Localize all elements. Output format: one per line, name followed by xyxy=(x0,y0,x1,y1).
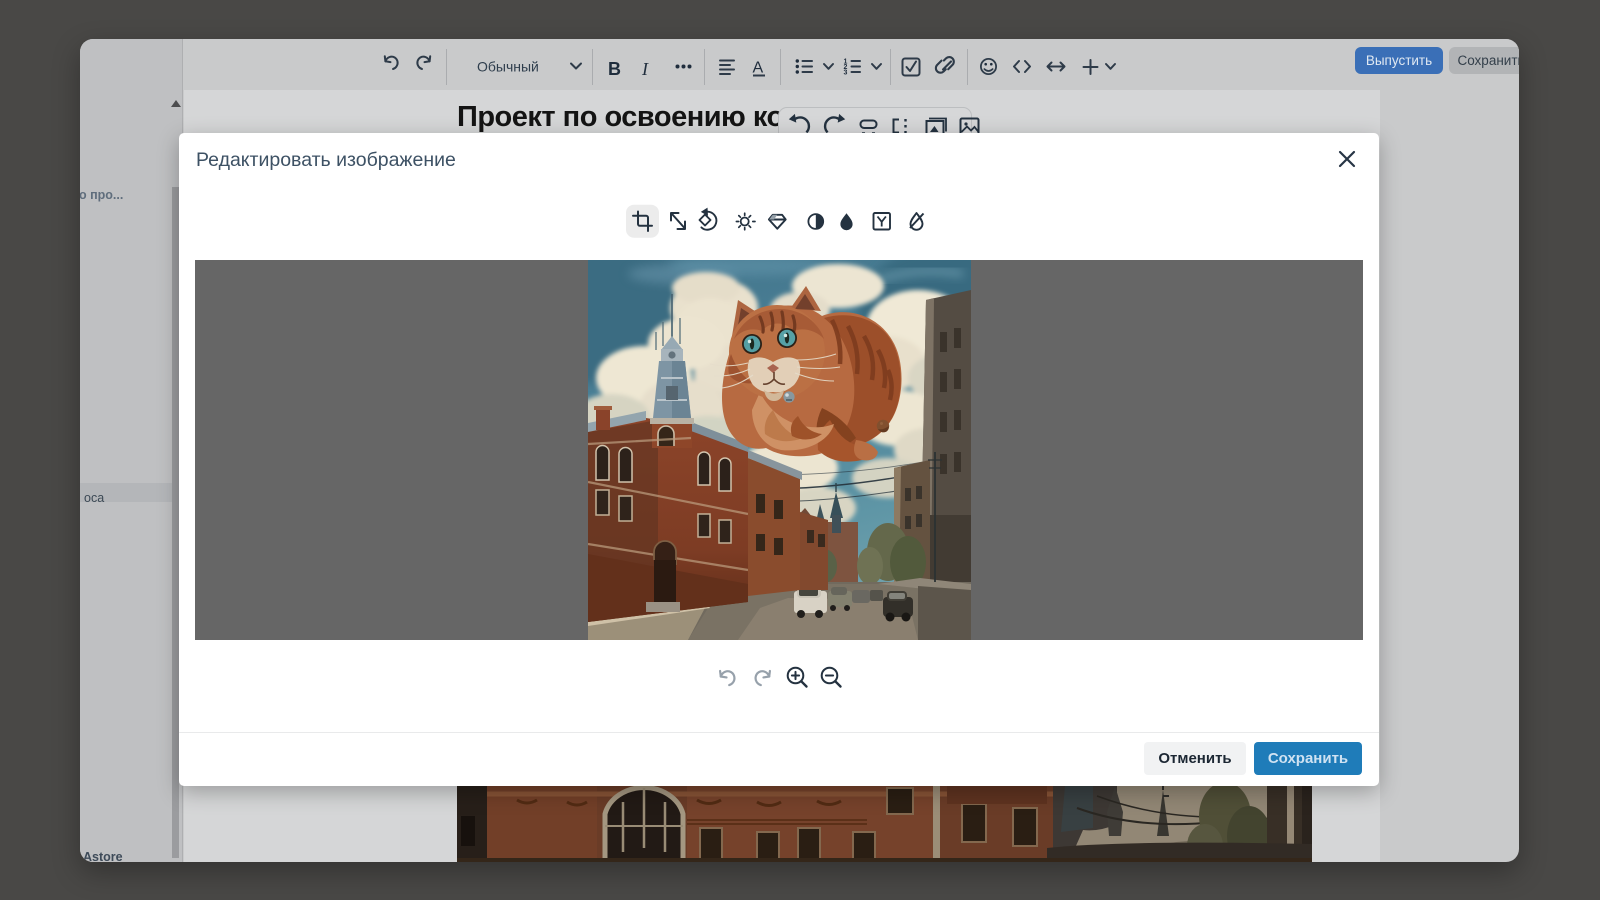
svg-text:I: I xyxy=(641,59,649,79)
svg-text:A: A xyxy=(753,60,764,77)
svg-text:B: B xyxy=(608,59,621,79)
svg-text:3: 3 xyxy=(844,70,848,77)
svg-text:Обычный: Обычный xyxy=(477,59,539,75)
